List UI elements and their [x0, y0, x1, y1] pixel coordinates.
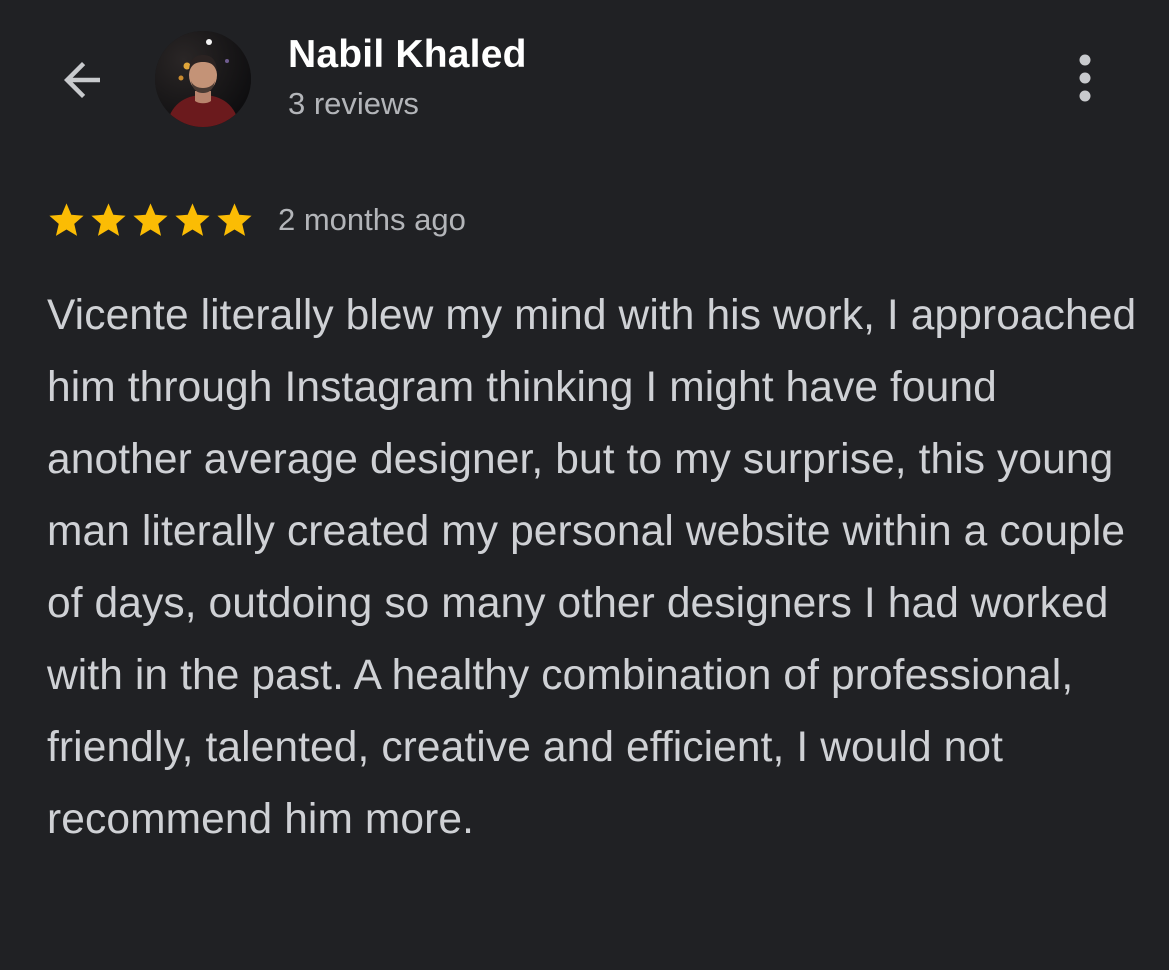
more-vert-icon: [1079, 54, 1091, 102]
review-text: Vicente literally blew my mind with his …: [47, 292, 1137, 843]
review-count: 3 reviews: [288, 86, 419, 121]
more-options-button[interactable]: [1062, 50, 1108, 110]
reviewer-photo: [155, 31, 251, 127]
star-icon: [91, 202, 126, 236]
arrow-left-icon: [64, 62, 100, 98]
star-rating: [46, 200, 255, 241]
star-icon: [49, 202, 84, 236]
avatar[interactable]: [155, 31, 251, 127]
reviewer-name[interactable]: Nabil Khaled: [288, 33, 527, 77]
rating-row: 2 months ago: [46, 198, 466, 242]
star-icon: [175, 202, 210, 236]
review-time: 2 months ago: [278, 202, 466, 237]
back-button[interactable]: [52, 52, 112, 108]
review-detail-screen: Nabil Khaled 3 reviews 2 months ago Vice…: [0, 0, 1169, 970]
star-icon: [217, 202, 252, 236]
star-icon: [133, 202, 168, 236]
